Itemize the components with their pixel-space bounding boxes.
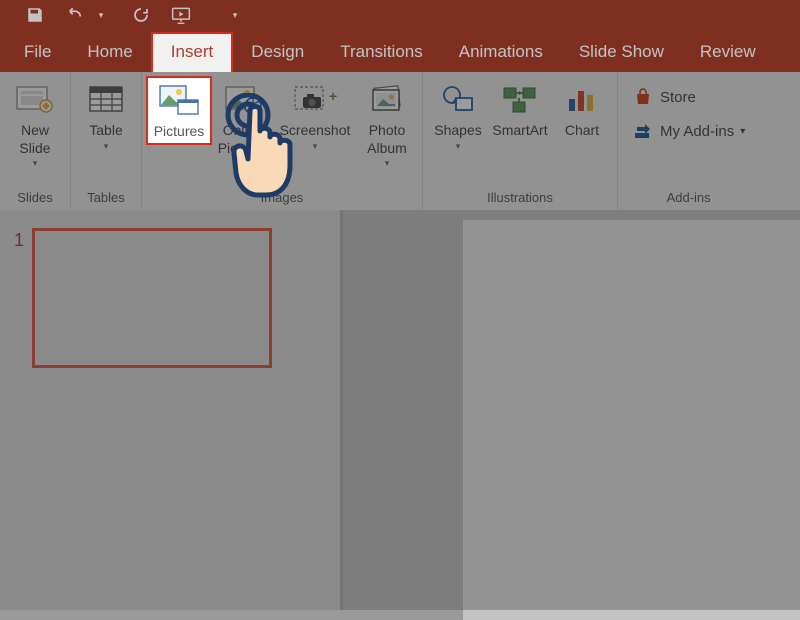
ribbon-insert: New Slide ▾ Slides Table [0, 72, 800, 210]
tab-review[interactable]: Review [682, 34, 774, 72]
slide-number: 1 [14, 230, 24, 251]
workspace: 1 [0, 210, 800, 610]
new-slide-button[interactable]: New Slide ▾ [4, 76, 66, 169]
pictures-icon [158, 84, 200, 118]
tab-file[interactable]: File [6, 34, 69, 72]
tab-transitions[interactable]: Transitions [322, 34, 441, 72]
chevron-down-icon: ▾ [313, 141, 318, 152]
new-slide-icon [16, 84, 54, 116]
qat-undo-button[interactable] [62, 2, 88, 28]
undo-icon [66, 6, 84, 24]
chart-label: Chart [565, 122, 599, 140]
pictures-label: Pictures [154, 123, 205, 141]
slide-canvas[interactable] [463, 220, 800, 620]
svg-text:+: + [329, 88, 337, 104]
slide-thumbnail-pane[interactable]: 1 [0, 210, 340, 610]
online-pictures-button[interactable]: Online Pictures ▾ [212, 76, 274, 169]
online-pictures-label: Online Pictures [218, 122, 269, 157]
table-button[interactable]: Table ▾ [75, 76, 137, 152]
tab-animations[interactable]: Animations [441, 34, 561, 72]
shapes-label: Shapes [434, 122, 481, 140]
chevron-down-icon: ▾ [740, 126, 745, 137]
shapes-icon [440, 84, 476, 116]
table-label: Table [89, 122, 122, 140]
save-icon [26, 6, 44, 24]
table-icon [88, 84, 124, 116]
screenshot-button[interactable]: + Screenshot ▾ [274, 76, 356, 152]
group-label-illustrations: Illustrations [427, 188, 613, 209]
screenshot-icon: + [293, 85, 337, 115]
qat-save-button[interactable] [22, 2, 48, 28]
redo-icon [132, 6, 150, 24]
smartart-icon [501, 85, 539, 115]
store-button[interactable]: Store [626, 80, 751, 114]
smartart-label: SmartArt [492, 122, 547, 140]
my-addins-button[interactable]: My Add-ins ▾ [626, 114, 751, 148]
ribbon-group-tables: Table ▾ Tables [71, 72, 142, 209]
chevron-down-icon: ▾ [385, 158, 390, 169]
chevron-down-icon: ▾ [104, 141, 109, 152]
tab-insert[interactable]: Insert [151, 32, 234, 72]
shapes-button[interactable]: Shapes ▾ [427, 76, 489, 152]
photo-album-icon [369, 85, 405, 115]
ribbon-tabs: File Home Insert Design Transitions Anim… [0, 30, 800, 72]
chevron-down-icon: ▾ [33, 158, 38, 169]
quick-access-toolbar: ▾ ▾ [0, 0, 800, 30]
chevron-down-icon: ▾ [456, 141, 461, 152]
ribbon-group-slides: New Slide ▾ Slides [0, 72, 71, 209]
group-label-slides: Slides [4, 188, 66, 209]
tab-home[interactable]: Home [69, 34, 150, 72]
addins-icon [632, 120, 654, 142]
tab-slideshow[interactable]: Slide Show [561, 34, 682, 72]
slide-editor-pane[interactable] [343, 210, 800, 610]
screenshot-label: Screenshot [280, 122, 351, 140]
group-label-images: Images [146, 188, 418, 209]
chart-icon [565, 85, 599, 115]
group-label-tables: Tables [75, 188, 137, 209]
photo-album-button[interactable]: Photo Album ▾ [356, 76, 418, 169]
smartart-button[interactable]: SmartArt [489, 76, 551, 140]
online-pictures-icon [223, 84, 263, 116]
slide-thumbnail-1[interactable] [32, 228, 272, 368]
pictures-button[interactable]: Pictures [146, 76, 212, 145]
group-label-addins: Add-ins [622, 188, 755, 209]
ribbon-group-illustrations: Shapes ▾ SmartArt [423, 72, 618, 209]
qat-redo-button[interactable] [128, 2, 154, 28]
qat-undo-dropdown[interactable]: ▾ [88, 2, 114, 28]
slideshow-icon [171, 6, 191, 24]
qat-slideshow-button[interactable] [168, 2, 194, 28]
store-label: Store [660, 89, 696, 106]
store-icon [632, 86, 654, 108]
chevron-down-icon: ▾ [241, 158, 246, 169]
new-slide-label: New Slide [19, 122, 50, 157]
chart-button[interactable]: Chart [551, 76, 613, 140]
photo-album-label: Photo Album [367, 122, 407, 157]
my-addins-label: My Add-ins [660, 123, 734, 140]
qat-customize-dropdown[interactable]: ▾ [222, 2, 248, 28]
tab-design[interactable]: Design [233, 34, 322, 72]
ribbon-group-addins: Store My Add-ins ▾ Add-ins [618, 72, 759, 209]
ribbon-group-images: Pictures Online Pictures ▾ [142, 72, 423, 209]
